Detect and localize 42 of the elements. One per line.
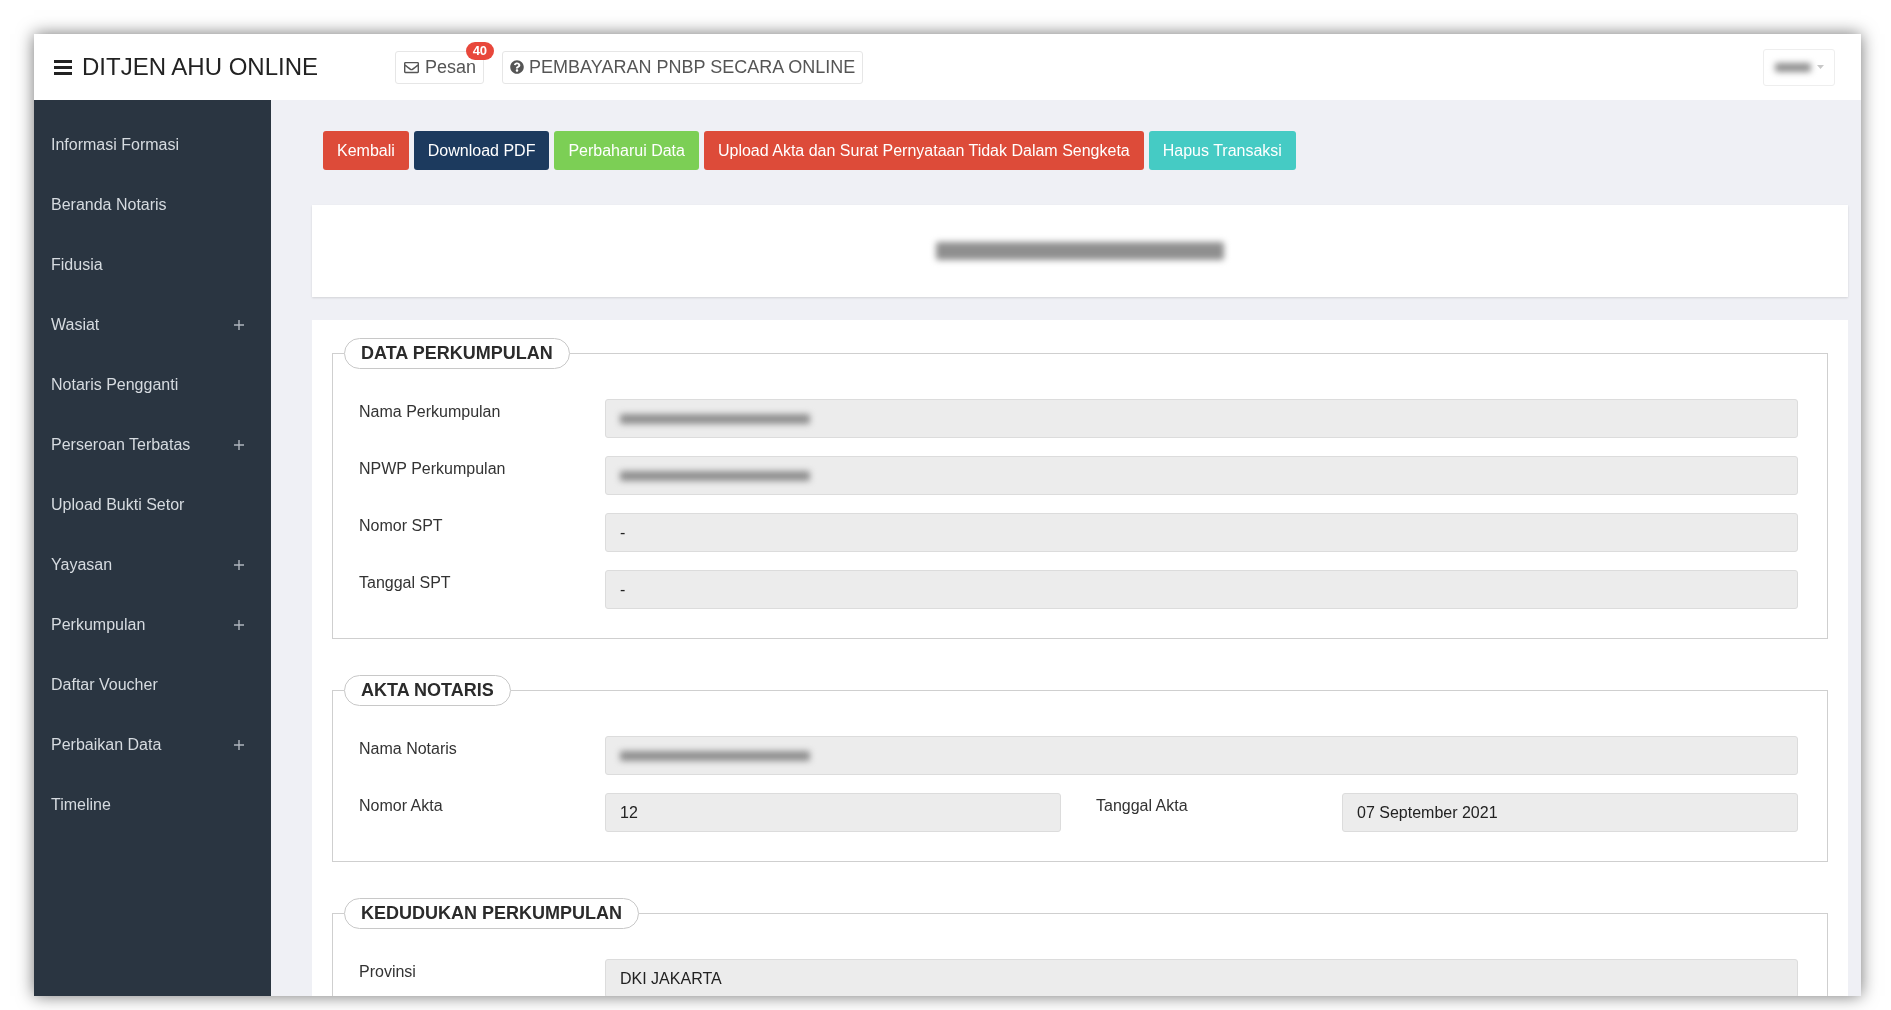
sidebar-item[interactable]: Yayasan	[34, 553, 271, 577]
field-label: Provinsi	[359, 963, 416, 980]
field-label: Nama Perkumpulan	[359, 403, 501, 420]
input-field[interactable]: 12	[605, 793, 1061, 832]
input-field[interactable]	[605, 399, 1798, 438]
sidebar-item[interactable]: Perbaikan Data	[34, 733, 271, 757]
sidebar-item[interactable]: Beranda Notaris	[34, 193, 271, 217]
section-title: AKTA NOTARIS	[344, 675, 511, 706]
field-label: Nama Notaris	[359, 740, 457, 757]
input-field[interactable]	[605, 456, 1798, 495]
payment-link[interactable]: PEMBAYARAN PNBP SECARA ONLINE	[502, 50, 864, 84]
user-menu[interactable]	[1763, 48, 1835, 86]
sidebar-item[interactable]: Upload Bukti Setor	[34, 493, 271, 517]
sidebar-item[interactable]: Daftar Voucher	[34, 673, 271, 697]
sidebar-item[interactable]: Wasiat	[34, 313, 271, 337]
field-label: Nomor SPT	[359, 517, 443, 534]
app-title: DITJEN AHU ONLINE	[82, 52, 319, 82]
input-field[interactable]	[605, 736, 1798, 775]
input-field[interactable]: -	[605, 570, 1798, 609]
input-field[interactable]: 07 September 2021	[1342, 793, 1798, 832]
action-button[interactable]: Upload Akta dan Surat Pernyataan Tidak Dalam Sengketa	[703, 131, 1144, 170]
sidebar-item[interactable]: Informasi Formasi	[34, 133, 271, 157]
field-label: Tanggal Akta	[1096, 797, 1188, 814]
input-field[interactable]: -	[605, 513, 1798, 552]
section-title: DATA PERKUMPULAN	[344, 338, 570, 369]
sidebar-item[interactable]: Perkumpulan	[34, 613, 271, 637]
sidebar-item[interactable]: Fidusia	[34, 253, 271, 277]
count-badge: 40	[465, 41, 495, 60]
field-label: NPWP Perkumpulan	[359, 460, 506, 477]
input-field[interactable]: DKI JAKARTA	[605, 959, 1798, 996]
sidebar-item[interactable]: Notaris Pengganti	[34, 373, 271, 397]
section-title: KEDUDUKAN PERKUMPULAN	[344, 898, 639, 929]
field-label: Nomor Akta	[359, 797, 443, 814]
action-button[interactable]: Download PDF	[413, 131, 550, 170]
sidebar-item[interactable]: Perseroan Terbatas	[34, 433, 271, 457]
field-label: Tanggal SPT	[359, 574, 451, 591]
help-icon	[510, 60, 525, 74]
envelope-icon	[403, 59, 421, 75]
caret-icon	[1816, 65, 1824, 69]
action-button[interactable]: Kembali	[323, 131, 409, 170]
menu-icon[interactable]	[54, 59, 72, 75]
sidebar-item[interactable]: Timeline	[34, 793, 271, 817]
